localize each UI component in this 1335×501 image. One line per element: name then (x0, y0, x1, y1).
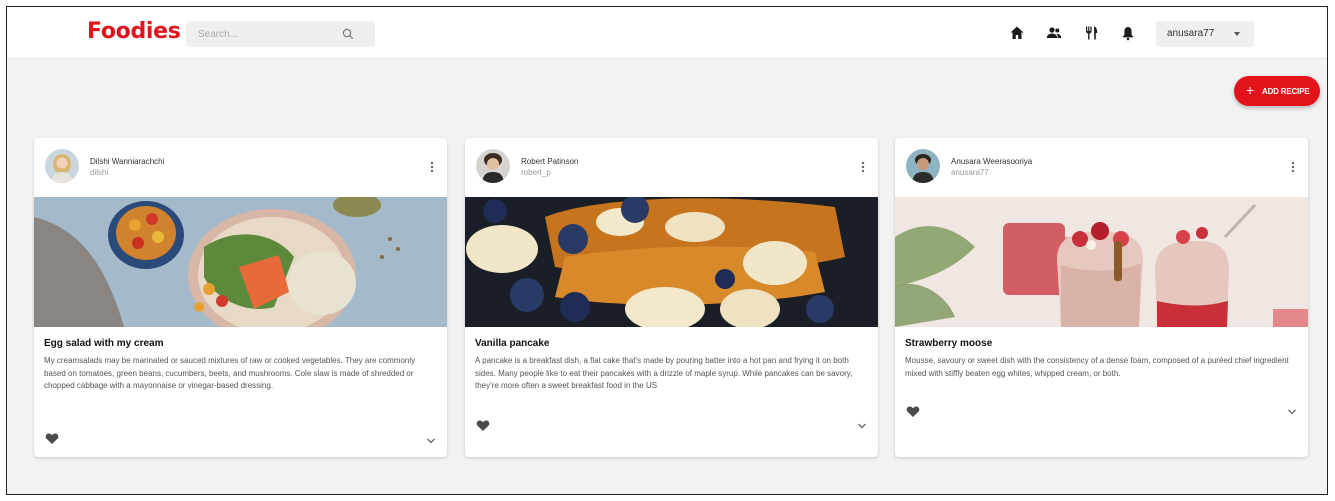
expand-more-icon[interactable] (1287, 408, 1297, 416)
heart-icon[interactable] (45, 432, 59, 445)
search-box (186, 21, 375, 47)
add-recipe-label: ADD RECIPE (1262, 87, 1310, 96)
search-icon[interactable] (340, 26, 356, 42)
app-window: Foodies anusa (6, 6, 1328, 495)
recipe-description: A pancake is a breakfast dish, a flat ca… (475, 356, 853, 390)
heart-icon[interactable] (476, 419, 490, 432)
author-handle: dilshi (90, 168, 109, 177)
recipe-card: Anusara Weerasooriya anusara77 Strawberr… (895, 138, 1308, 457)
expand-more-icon[interactable] (857, 422, 867, 430)
recipe-image (465, 197, 878, 327)
expand-more-icon[interactable] (426, 437, 436, 445)
recipe-image (34, 197, 447, 327)
more-options-icon[interactable] (430, 161, 434, 173)
more-options-icon[interactable] (861, 161, 865, 173)
author-handle: robert_p (521, 168, 551, 177)
home-icon[interactable] (1008, 24, 1026, 42)
recipe-title[interactable]: Strawberry moose (905, 338, 992, 349)
recipe-image (895, 197, 1308, 327)
avatar[interactable] (476, 149, 510, 183)
add-recipe-button[interactable]: + ADD RECIPE (1234, 76, 1320, 106)
avatar[interactable] (45, 149, 79, 183)
recipe-title[interactable]: Vanilla pancake (475, 338, 550, 349)
recipe-card: Dilshi Wanniarachchi dilshi Egg salad wi… (34, 138, 447, 457)
heart-icon[interactable] (906, 405, 920, 418)
recipe-card: Robert Patinson robert_p Vanilla pancake… (465, 138, 878, 457)
chevron-down-icon (1234, 32, 1240, 36)
avatar[interactable] (906, 149, 940, 183)
people-icon[interactable] (1045, 24, 1063, 42)
plus-icon: + (1246, 82, 1255, 98)
notifications-icon[interactable] (1119, 24, 1137, 42)
search-input[interactable] (198, 25, 328, 43)
recipe-description: Mousse, savoury or sweet dish with the c… (905, 356, 1289, 378)
recipe-description: My creamsalads may be marinated or sauce… (44, 356, 416, 390)
user-select[interactable]: anusara77 (1156, 21, 1254, 47)
author-name[interactable]: Anusara Weerasooriya (951, 157, 1032, 166)
author-handle: anusara77 (951, 168, 989, 177)
author-name[interactable]: Robert Patinson (521, 157, 578, 166)
restaurant-icon[interactable] (1083, 24, 1101, 42)
top-navigation-bar: Foodies anusa (7, 7, 1327, 59)
more-options-icon[interactable] (1291, 161, 1295, 173)
user-select-value: anusara77 (1167, 28, 1215, 39)
author-name[interactable]: Dilshi Wanniarachchi (90, 157, 164, 166)
recipe-title[interactable]: Egg salad with my cream (44, 338, 164, 349)
app-logo[interactable]: Foodies (87, 19, 181, 44)
